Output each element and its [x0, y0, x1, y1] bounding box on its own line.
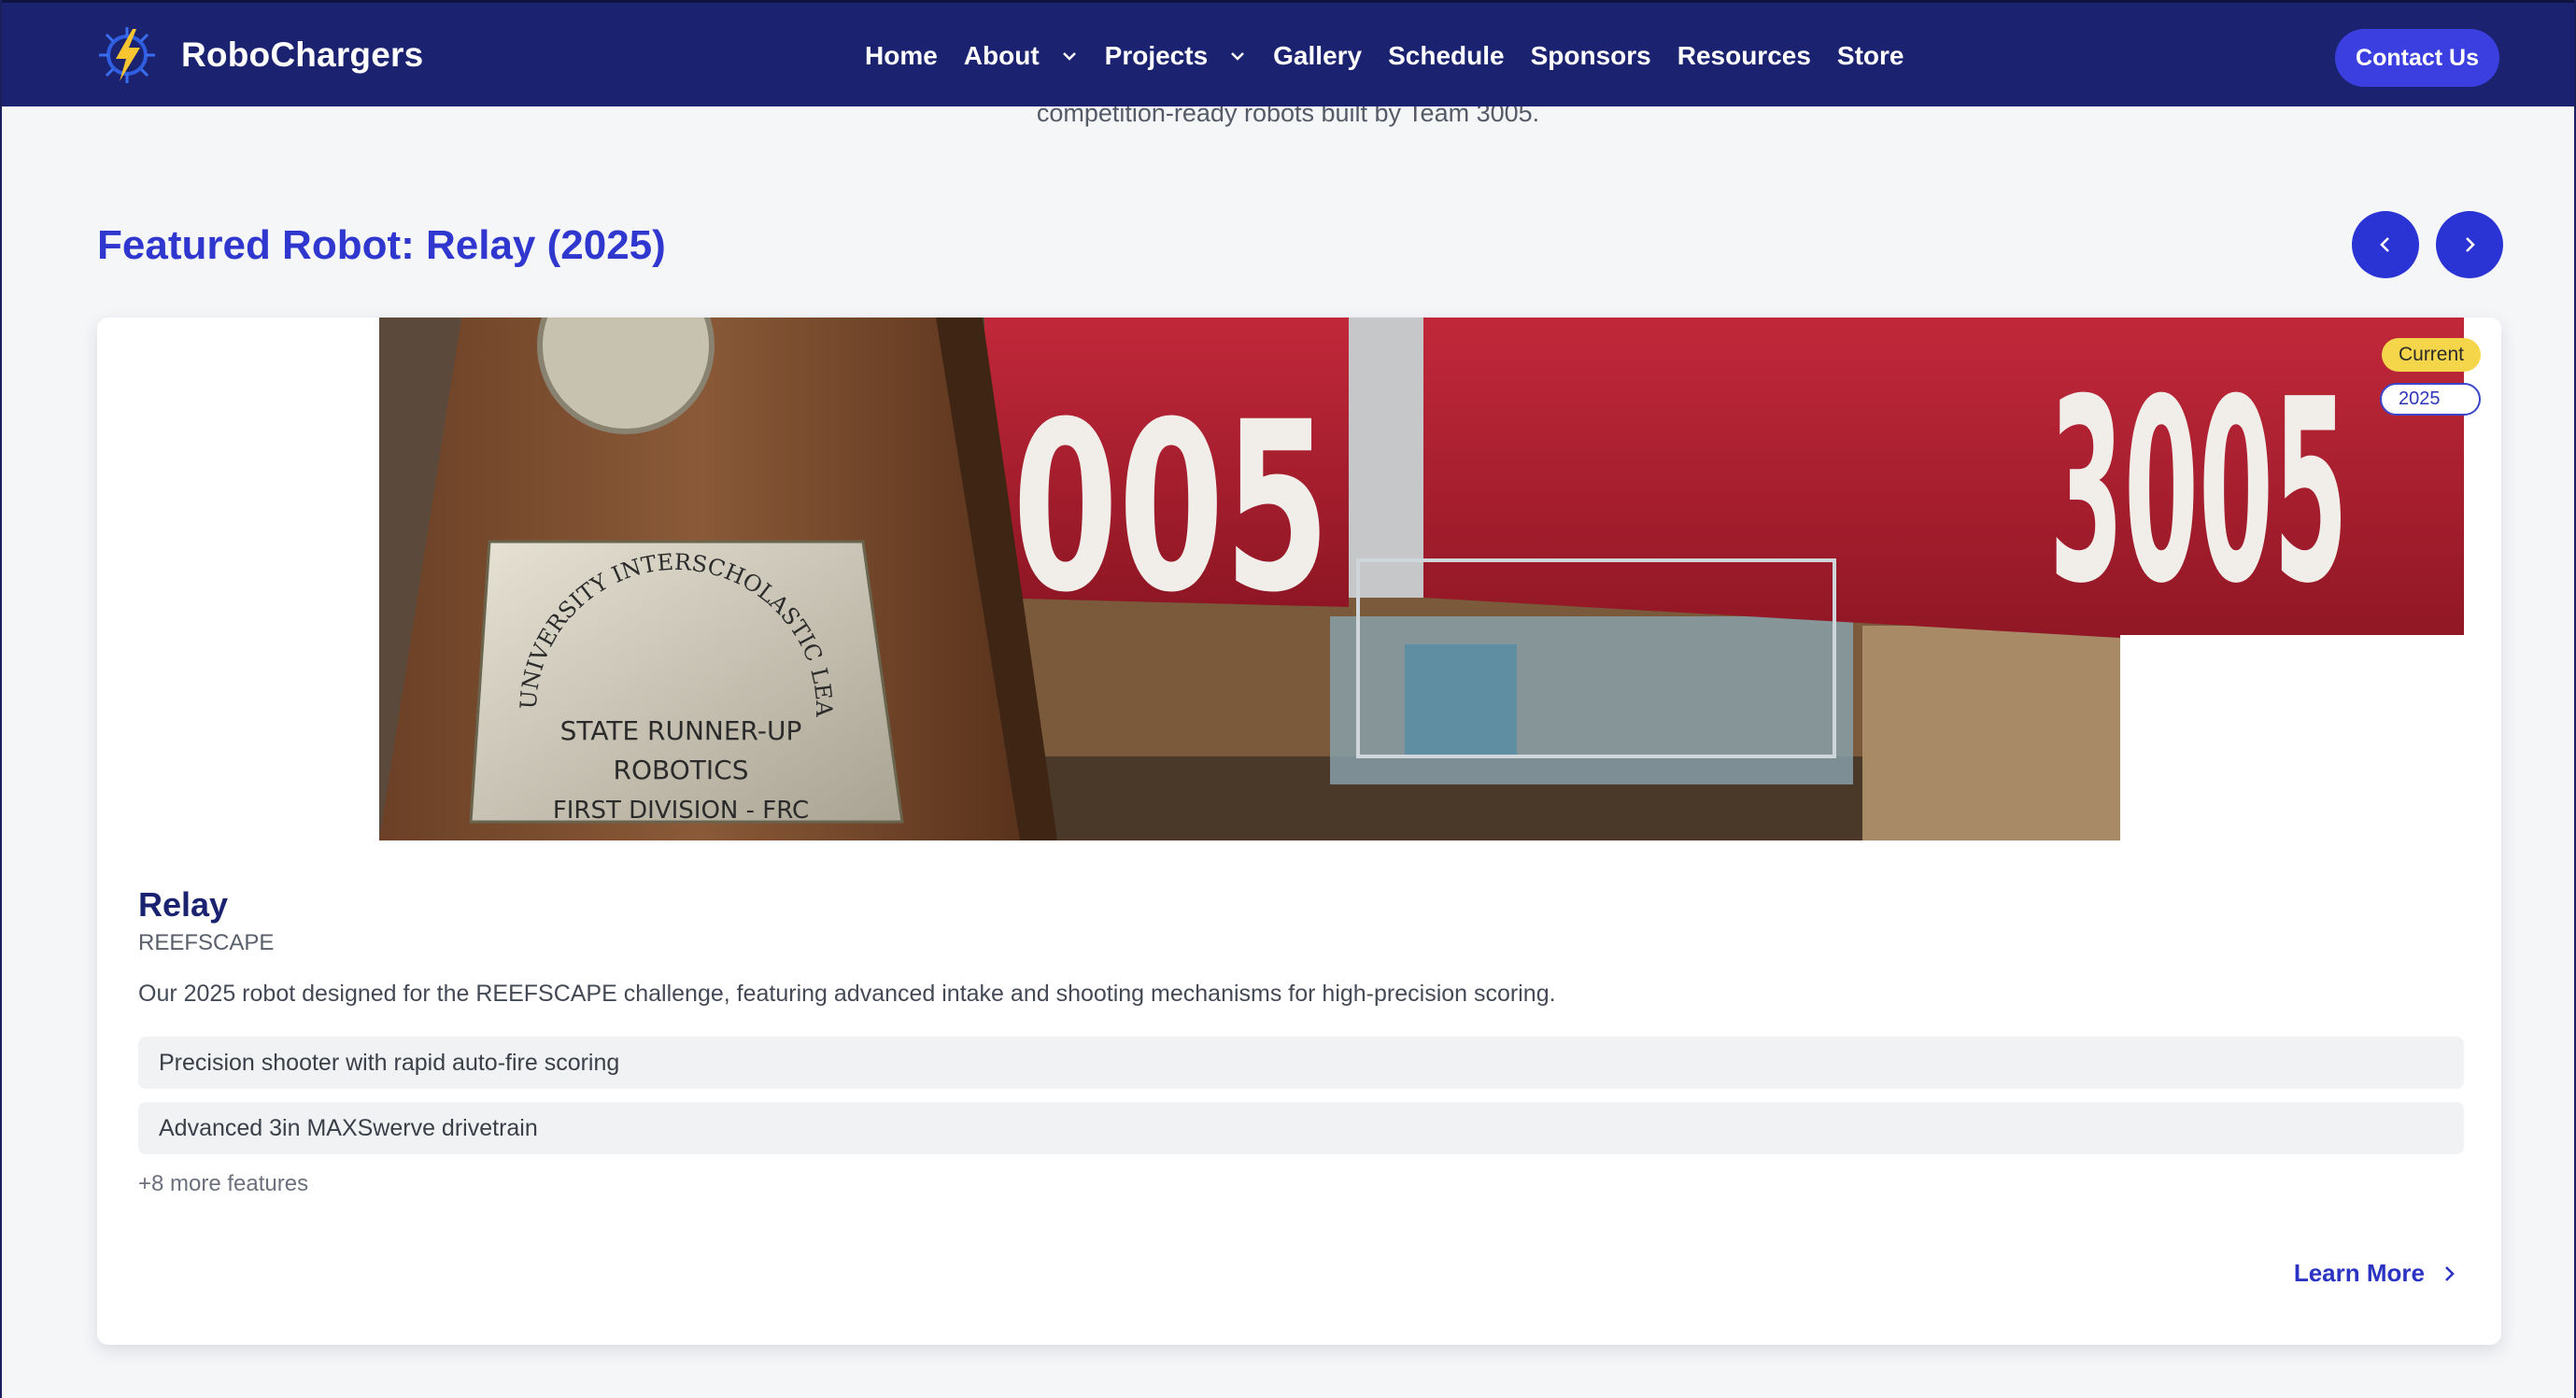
- plaque-line-2: ROBOTICS: [614, 755, 749, 785]
- nav-links: Home About Projects Gallery Schedule Spo…: [865, 3, 1931, 109]
- nav-gallery-label: Gallery: [1273, 41, 1363, 70]
- learn-more-label: Learn More: [2293, 1259, 2425, 1287]
- robot-photo: 005 3005 UNIVERSITY INTERSCHOLASTIC LEAG…: [134, 318, 2464, 840]
- top-navbar: RoboChargers Home About Projects Gallery…: [2, 0, 2574, 106]
- bumper-number-right: 3005: [2049, 345, 2348, 639]
- robot-name: Relay: [138, 885, 229, 924]
- carousel-next-button[interactable]: [2436, 211, 2503, 278]
- plaque-line-1: STATE RUNNER-UP: [560, 715, 802, 746]
- nav-store[interactable]: Store: [1837, 41, 1904, 71]
- bumper-number-left: 005: [1012, 372, 1330, 643]
- brand-name: RoboChargers: [181, 35, 424, 74]
- year-badge: 2025: [2380, 383, 2481, 416]
- brand[interactable]: RoboChargers: [95, 23, 423, 87]
- nav-about[interactable]: About: [964, 41, 1079, 71]
- contact-us-button[interactable]: Contact Us: [2335, 29, 2499, 87]
- nav-about-label: About: [963, 41, 1040, 70]
- status-badge: Current: [2381, 338, 2481, 372]
- learn-more-link[interactable]: Learn More: [2294, 1259, 2458, 1288]
- nav-projects-label: Projects: [1104, 41, 1209, 70]
- plaque-line-3: FIRST DIVISION - FRC: [553, 797, 809, 825]
- nav-resources-label: Resources: [1677, 41, 1811, 70]
- chevron-right-icon: [2445, 1265, 2455, 1281]
- feature-label: Advanced 3in MAXSwerve drivetrain: [159, 1114, 538, 1141]
- nav-schedule-label: Schedule: [1388, 41, 1505, 70]
- carousel-prev-button[interactable]: [2352, 211, 2419, 278]
- chevron-down-icon: [1062, 52, 1076, 61]
- nav-home-label: Home: [865, 41, 938, 70]
- featured-robot-card: 005 3005 UNIVERSITY INTERSCHOLASTIC LEAG…: [97, 318, 2501, 1345]
- more-features-link[interactable]: +8 more features: [138, 1171, 308, 1197]
- robot-game: REEFSCAPE: [138, 930, 275, 955]
- nav-sponsors-label: Sponsors: [1530, 41, 1651, 70]
- nav-sponsors[interactable]: Sponsors: [1531, 41, 1651, 71]
- chevron-down-icon: [1231, 52, 1245, 61]
- nav-schedule[interactable]: Schedule: [1388, 41, 1504, 71]
- nav-store-label: Store: [1836, 41, 1904, 70]
- nav-projects[interactable]: Projects: [1105, 41, 1248, 71]
- nav-resources[interactable]: Resources: [1677, 41, 1811, 71]
- feature-item: Advanced 3in MAXSwerve drivetrain: [138, 1102, 2464, 1154]
- nav-home[interactable]: Home: [865, 41, 938, 71]
- feature-item: Precision shooter with rapid auto-fire s…: [138, 1037, 2464, 1089]
- robochargers-logo-icon: [99, 26, 155, 83]
- chevron-left-icon: [2380, 237, 2389, 252]
- feature-label: Precision shooter with rapid auto-fire s…: [159, 1049, 620, 1076]
- chevron-right-icon: [2466, 237, 2475, 252]
- robot-description: Our 2025 robot designed for the REEFSCAP…: [138, 981, 1556, 1007]
- featured-robot-title: Featured Robot: Relay (2025): [97, 222, 666, 268]
- nav-gallery[interactable]: Gallery: [1273, 41, 1362, 71]
